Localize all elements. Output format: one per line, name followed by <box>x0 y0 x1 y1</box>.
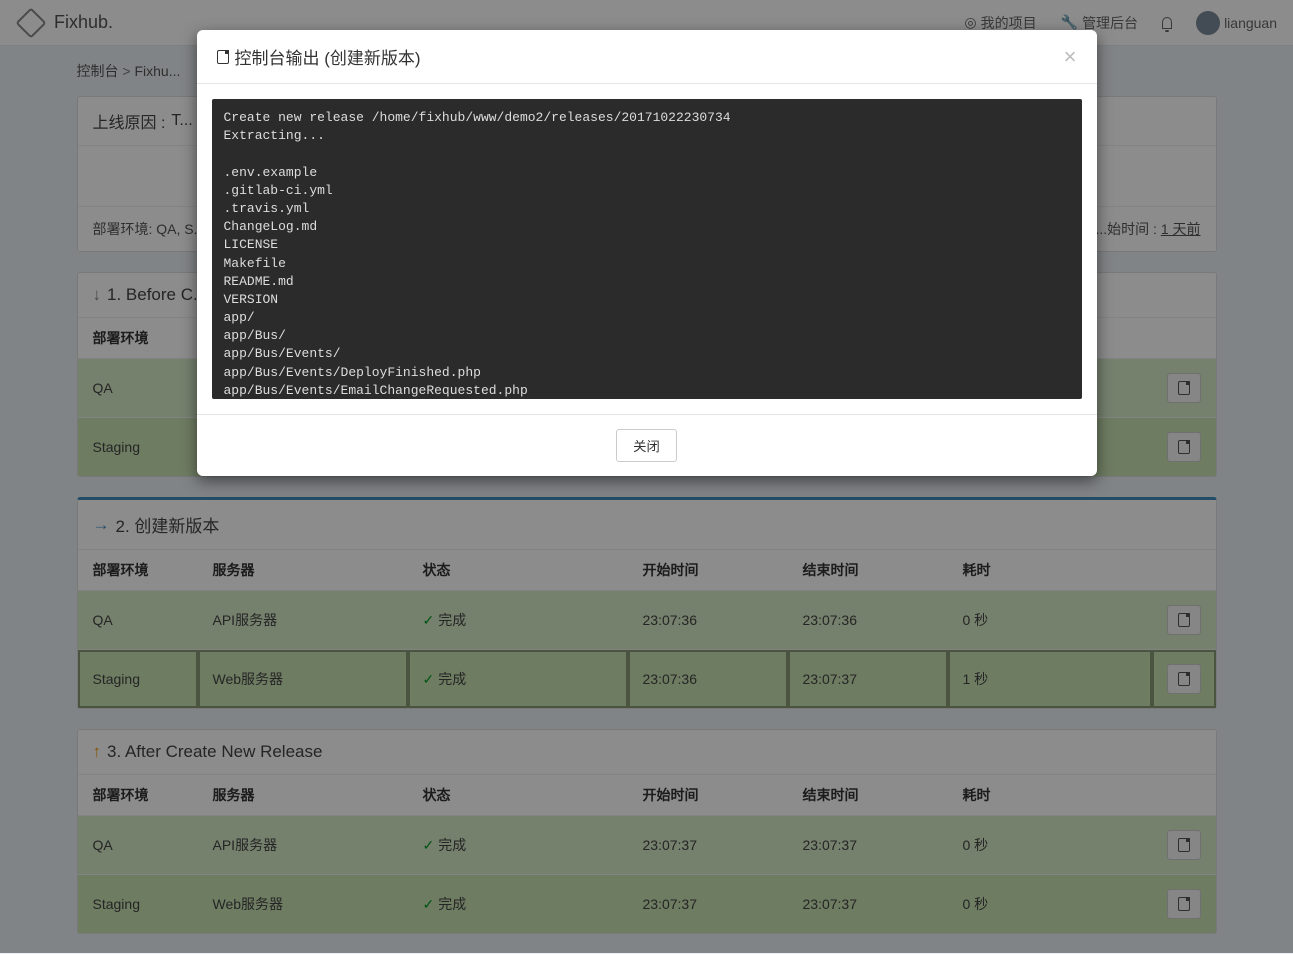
modal-close-x[interactable]: × <box>1064 46 1077 68</box>
file-icon <box>217 50 229 64</box>
console-output-modal: 控制台输出 (创建新版本) × Create new release /home… <box>197 30 1097 476</box>
modal-footer: 关闭 <box>197 414 1097 476</box>
modal-header: 控制台输出 (创建新版本) × <box>197 30 1097 84</box>
modal-title: 控制台输出 (创建新版本) <box>235 44 421 69</box>
modal-body: Create new release /home/fixhub/www/demo… <box>197 84 1097 414</box>
console-output[interactable]: Create new release /home/fixhub/www/demo… <box>212 99 1082 399</box>
modal-close-button[interactable]: 关闭 <box>616 429 677 462</box>
